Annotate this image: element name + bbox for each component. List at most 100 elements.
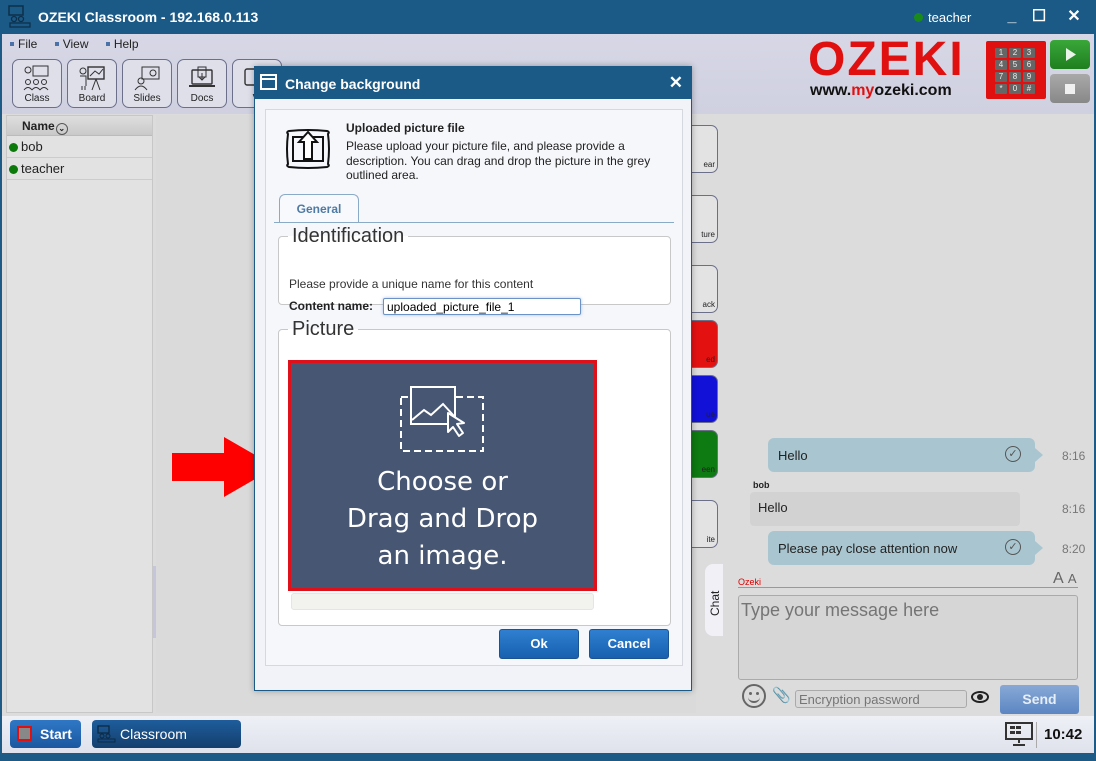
clock: 10:42 (1044, 726, 1083, 743)
send-button[interactable]: Send (1000, 685, 1079, 714)
taskbar-separator (1036, 722, 1037, 748)
classroom-app-icon (97, 725, 116, 743)
play-icon (1066, 48, 1076, 61)
font-smaller-button[interactable]: A (1068, 571, 1077, 586)
close-window-button[interactable]: ✕ (1062, 6, 1086, 28)
tab-underline (274, 222, 674, 223)
logo-url-my: my (851, 82, 875, 99)
window-icon (260, 74, 277, 90)
ok-button[interactable]: Ok (499, 629, 579, 659)
keypad-key: # (1023, 84, 1035, 94)
board-tool-label: ed (706, 355, 715, 364)
menu-view[interactable]: View (54, 37, 88, 51)
chat-message-input[interactable] (738, 595, 1078, 680)
dropzone-line-2: Drag and Drop (346, 504, 539, 534)
user-row-teacher[interactable]: teacher (7, 158, 152, 180)
content-name-label: Content name: (289, 299, 373, 313)
dialog-close-button[interactable]: ✕ (669, 73, 683, 93)
classroom-app-icon (8, 5, 31, 28)
logo-url: www.myozeki.com (808, 82, 965, 100)
toolbar-docs-label: Docs (190, 93, 214, 104)
board-tool-label: ue (706, 410, 715, 419)
maximize-button[interactable]: ☐ (1027, 6, 1051, 28)
toolbar-class-button[interactable]: Class (12, 59, 62, 108)
board-tool-button[interactable]: ite (688, 500, 718, 548)
board-tool-label: ack (702, 300, 715, 309)
keypad-key: 5 (1009, 60, 1021, 70)
content-name-input[interactable] (383, 298, 581, 315)
chat-panel: Hello ✓ 8:16 bob Hello 8:16 Please pay cl… (723, 115, 1094, 714)
toolbar-class-label: Class (24, 93, 50, 104)
dropzone-line-1: Choose or (377, 467, 508, 497)
chat-message-incoming: Hello (750, 492, 1020, 526)
chat-message-outgoing: Hello ✓ (768, 438, 1043, 472)
window-titlebar: OZEKI Classroom - 192.168.0.113 teacher … (0, 0, 1096, 34)
board-tool-button[interactable]: ed (688, 320, 718, 368)
board-tool-button[interactable]: ack (688, 265, 718, 313)
toolbar-slides-button[interactable]: Slides (122, 59, 172, 108)
emoji-icon[interactable] (742, 684, 766, 708)
taskbar-classroom-item[interactable]: Classroom (92, 720, 241, 748)
current-user: teacher (914, 10, 971, 25)
message-time: 8:16 (1062, 449, 1086, 463)
board-tool-button[interactable]: ue (688, 375, 718, 423)
monitor-icon[interactable] (1005, 722, 1033, 746)
menu-bullet-icon (105, 42, 110, 46)
keypad-key: 1 (995, 48, 1007, 58)
dialog-heading: Uploaded picture file (346, 121, 465, 135)
picture-description-field[interactable] (291, 593, 594, 610)
ozeki-logo: OZEKI www.myozeki.com (808, 33, 965, 100)
stop-button[interactable] (1050, 74, 1090, 103)
paperclip-icon[interactable]: 📎 (772, 686, 791, 704)
font-larger-button[interactable]: A (1053, 570, 1064, 587)
board-tool-button[interactable]: een (688, 430, 718, 478)
image-dropzone[interactable]: Choose or Drag and Drop an image. (288, 360, 597, 591)
stop-icon (1065, 84, 1075, 94)
message-text: Hello (758, 500, 788, 515)
keypad-key: 0 (1009, 84, 1021, 94)
menu-file[interactable]: File (10, 37, 37, 51)
board-tool-button[interactable]: ture (688, 195, 718, 243)
board-tool-label: ear (703, 160, 715, 169)
toolbar-docs-button[interactable]: Docs (177, 59, 227, 108)
change-background-dialog: Change background ✕ Uploaded picture fil… (254, 66, 692, 691)
message-time: 8:20 (1062, 542, 1086, 556)
users-name-column-header[interactable]: Name ⌄ (7, 116, 152, 136)
start-keypad-icon (17, 726, 32, 741)
keypad-key: 6 (1023, 60, 1035, 70)
dropzone-text: Choose or Drag and Drop an image. (291, 464, 594, 575)
logo-url-suffix: ozeki.com (874, 82, 952, 99)
toolbar-board-button[interactable]: Board (67, 59, 117, 108)
play-button[interactable] (1050, 40, 1090, 69)
sort-chevron-icon[interactable]: ⌄ (55, 123, 68, 135)
delivered-check-icon: ✓ (1005, 539, 1021, 555)
toolbar-board-label: Board (78, 93, 106, 104)
dropzone-line-3: an image. (377, 541, 508, 571)
cancel-button[interactable]: Cancel (589, 629, 669, 659)
board-tool-button[interactable]: ear (688, 125, 718, 173)
dialog-header: Uploaded picture file Please upload your… (346, 121, 666, 183)
tab-general[interactable]: General (279, 194, 359, 223)
picture-legend: Picture (292, 318, 355, 340)
menu-help[interactable]: Help (105, 37, 139, 51)
minimize-button[interactable]: _ (1000, 6, 1024, 28)
class-icon (23, 65, 49, 91)
dialog-titlebar: Change background ✕ (255, 67, 691, 99)
image-upload-icon (400, 386, 484, 452)
start-button[interactable]: Start (10, 720, 81, 748)
eye-icon[interactable] (971, 691, 989, 703)
encryption-password-input[interactable] (795, 690, 967, 708)
keypad-key: 4 (995, 60, 1007, 70)
keypad-logo-icon: 1 2 3 4 5 6 7 8 9 * 0 # (986, 41, 1046, 99)
online-status-dot (914, 13, 923, 22)
keypad-key: * (995, 84, 1007, 94)
menu-help-label: Help (113, 37, 139, 51)
message-sender: bob (753, 480, 770, 490)
keypad-key: 8 (1009, 72, 1021, 82)
logo-brand: OZEKI (808, 33, 965, 86)
chat-tab[interactable]: Chat (705, 564, 725, 636)
dialog-description: Please upload your picture file, and ple… (346, 139, 651, 182)
board-icon (79, 66, 105, 91)
user-row-bob[interactable]: bob (7, 136, 152, 158)
chat-source-label: Ozeki (738, 577, 762, 587)
